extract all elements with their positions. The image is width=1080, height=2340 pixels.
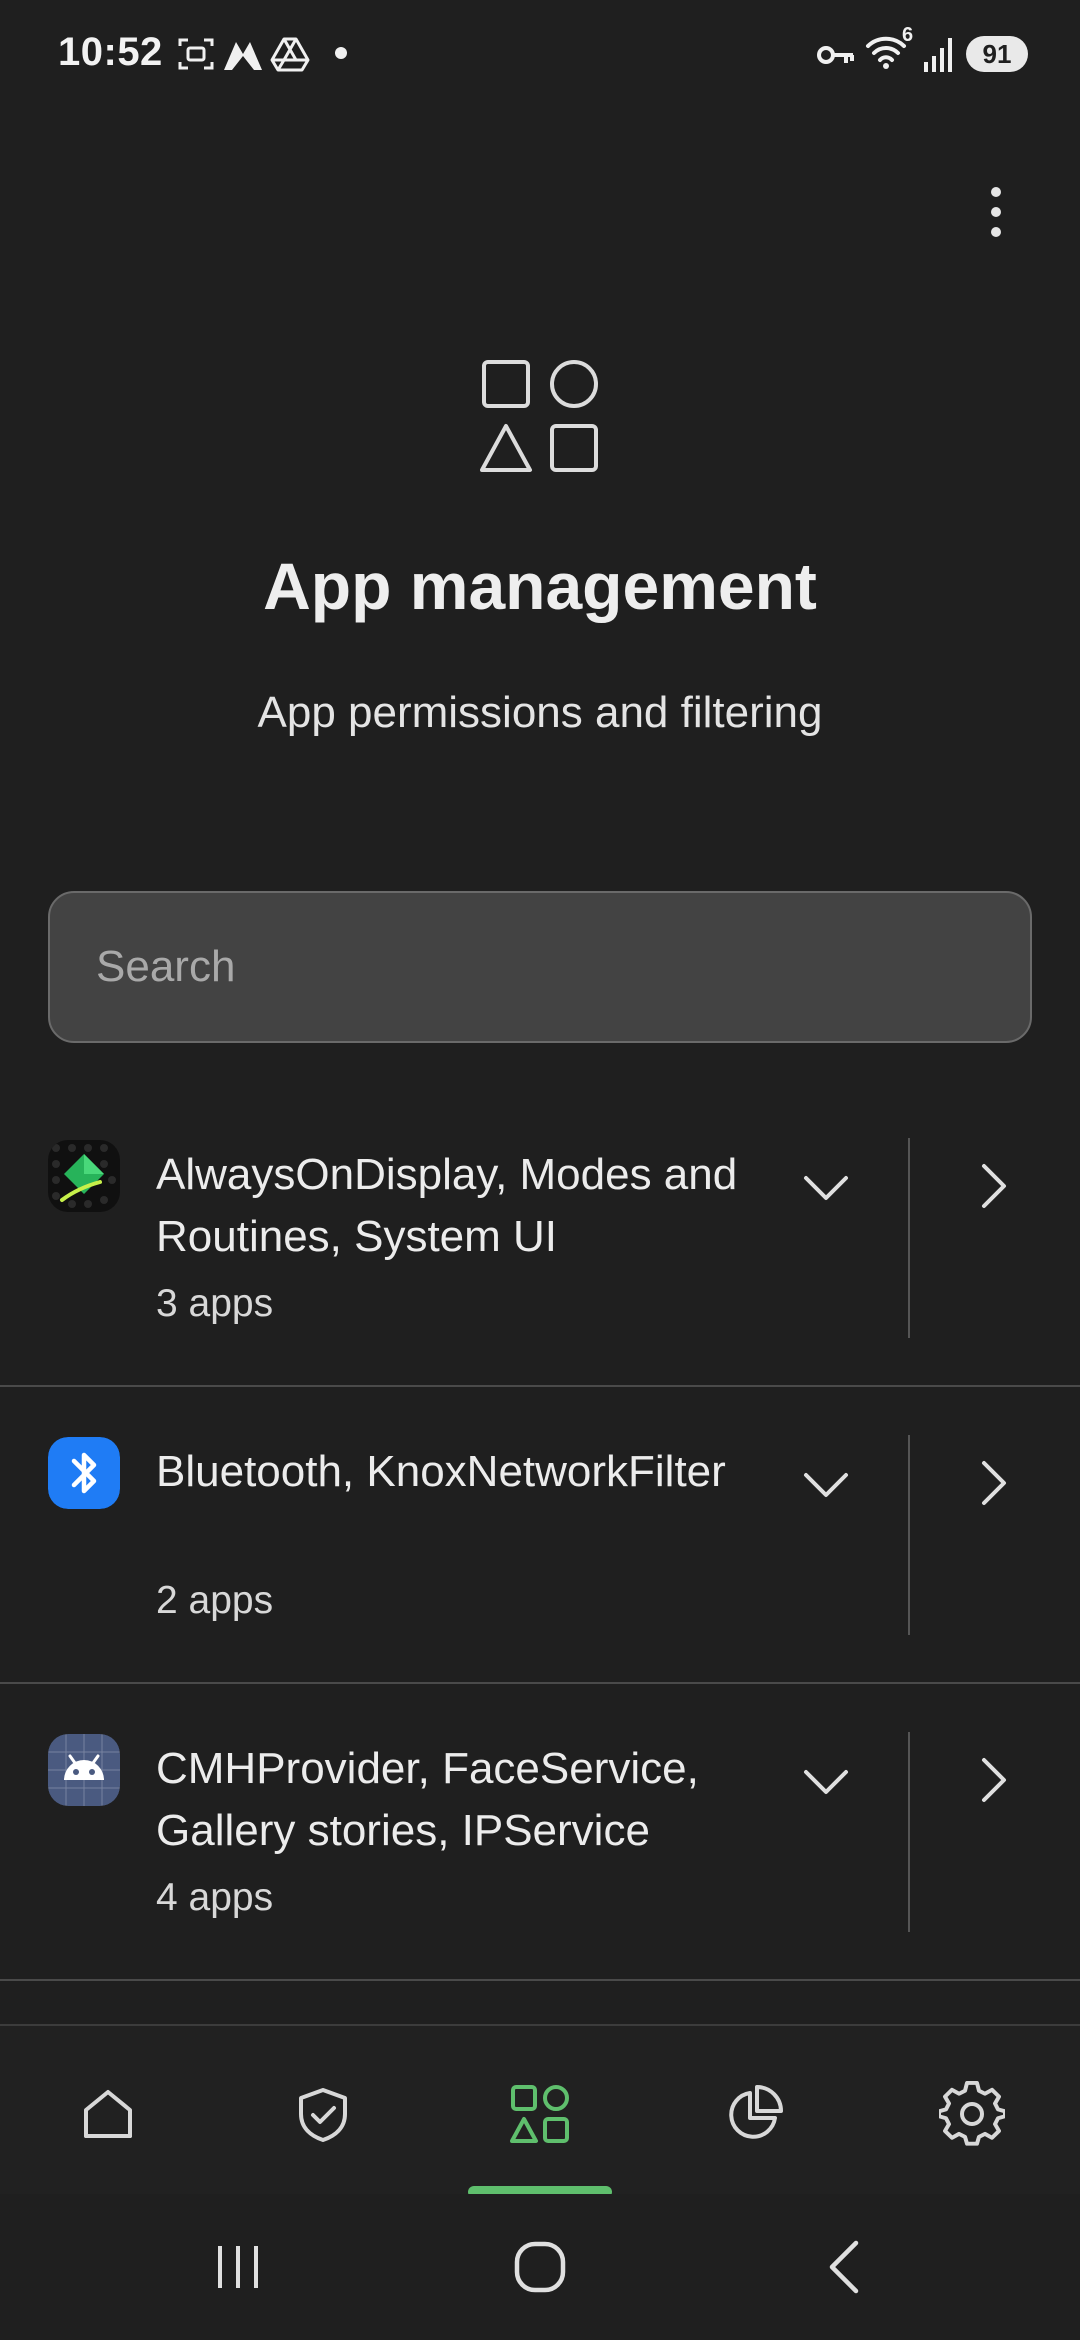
nav-statistics[interactable] xyxy=(714,2074,794,2154)
home-icon xyxy=(84,2090,132,2138)
more-options-button[interactable] xyxy=(968,180,1024,244)
divider xyxy=(908,1138,910,1338)
chevron-down-icon xyxy=(804,1473,848,1497)
app-management-screen: 10:52 6 91 App management App permission… xyxy=(0,0,1080,2340)
signal-icon xyxy=(922,36,956,77)
shield-check-icon xyxy=(299,2088,347,2142)
wifi-icon: 6 xyxy=(864,24,913,75)
bottom-navigation xyxy=(0,2024,1080,2198)
battery-icon: 91 xyxy=(966,36,1028,72)
divider xyxy=(908,1732,910,1932)
system-navigation-bar xyxy=(0,2194,1080,2340)
more-vertical-icon xyxy=(991,187,1001,237)
app-group-item[interactable]: CMHProvider, FaceService, Gallery storie… xyxy=(0,1684,1080,1981)
app-group-count: 3 apps xyxy=(156,1282,274,1325)
nav-settings[interactable] xyxy=(932,2074,1012,2154)
chevron-right-icon xyxy=(982,1758,1006,1802)
app-group-name: Bluetooth, KnoxNetworkFilter xyxy=(156,1447,726,1496)
app-group-name: CMHProvider, FaceService, Gallery storie… xyxy=(156,1744,699,1855)
bluetooth-icon xyxy=(48,1437,120,1509)
open-details-button[interactable] xyxy=(962,1150,1026,1222)
expand-button[interactable] xyxy=(790,1746,862,1818)
page-subtitle: App permissions and filtering xyxy=(257,688,823,737)
android-icon xyxy=(48,1734,120,1806)
shapes-icon xyxy=(478,356,602,481)
recent-apps-button[interactable] xyxy=(198,2232,278,2302)
expand-button[interactable] xyxy=(790,1449,862,1521)
chevron-down-icon xyxy=(804,1176,848,1200)
page-title: App management xyxy=(263,549,817,623)
dot-icon xyxy=(334,46,348,65)
drive-icon xyxy=(270,34,310,79)
open-details-button[interactable] xyxy=(962,1447,1026,1519)
status-bar: 10:52 6 91 xyxy=(0,0,1080,110)
app-group-name: AlwaysOnDisplay, Modes and Routines, Sys… xyxy=(156,1150,738,1261)
back-button[interactable] xyxy=(804,2232,884,2302)
app-group-count: 4 apps xyxy=(156,1876,274,1919)
screenshot-icon xyxy=(176,34,216,79)
app-group-count: 2 apps xyxy=(156,1579,274,1622)
back-icon xyxy=(829,2240,859,2294)
system-app-icon xyxy=(48,1140,120,1212)
app-group-item[interactable]: AlwaysOnDisplay, Modes and Routines, Sys… xyxy=(0,1090,1080,1387)
expand-button[interactable] xyxy=(790,1152,862,1224)
divider xyxy=(908,1435,910,1635)
app-notification-icon xyxy=(222,34,264,79)
status-time: 10:52 xyxy=(58,30,163,74)
search-box[interactable] xyxy=(48,891,1032,1043)
gear-icon xyxy=(939,2081,1005,2146)
chevron-right-icon xyxy=(982,1461,1006,1505)
nav-home[interactable] xyxy=(68,2074,148,2154)
pie-chart-icon xyxy=(729,2085,783,2139)
app-group-item[interactable]: Bluetooth, KnoxNetworkFilter 2 apps xyxy=(0,1387,1080,1684)
recent-apps-icon xyxy=(218,2246,258,2288)
vpn-key-icon xyxy=(816,40,856,75)
open-details-button[interactable] xyxy=(962,1744,1026,1816)
app-group-list: AlwaysOnDisplay, Modes and Routines, Sys… xyxy=(0,1090,1080,1981)
search-input[interactable] xyxy=(96,942,984,992)
nav-apps[interactable] xyxy=(500,2074,580,2154)
home-circle-icon xyxy=(514,2241,566,2293)
nav-protection[interactable] xyxy=(283,2074,363,2154)
chevron-down-icon xyxy=(804,1770,848,1794)
home-button[interactable] xyxy=(500,2232,580,2302)
chevron-right-icon xyxy=(982,1164,1006,1208)
network-type-label: 6 xyxy=(902,24,914,46)
apps-icon xyxy=(510,2085,569,2143)
